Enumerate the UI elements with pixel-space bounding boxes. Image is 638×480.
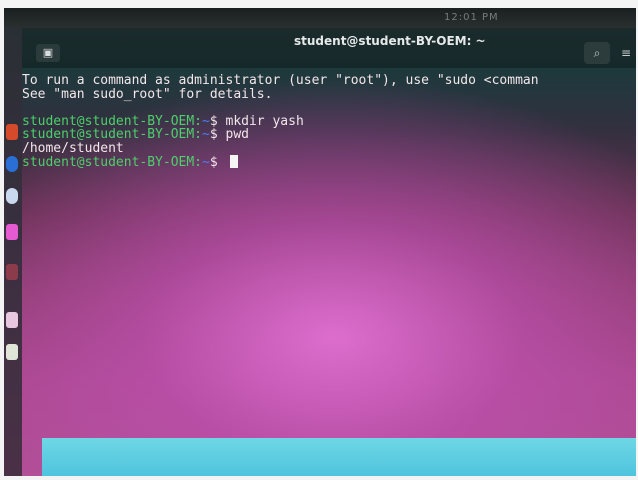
terminal-line: student@student-BY-OEM:~$ mkdir yash (22, 114, 636, 129)
menu-icon[interactable]: ≡ (616, 42, 636, 64)
clock: 12:01 PM (444, 12, 499, 23)
prompt-symbol: $ (209, 127, 218, 142)
window-title: student@student-BY-OEM: ~ (294, 34, 486, 48)
prompt-symbol: $ (209, 155, 218, 170)
terminal-line: student@student-BY-OEM:~$ pwd (22, 128, 636, 142)
terminal-output[interactable]: To run a command as administrator (user … (22, 74, 636, 170)
taskbar (42, 438, 636, 476)
top-bar: 12:01 PM (4, 8, 636, 28)
command-text (218, 155, 226, 170)
prompt-user: student@student-BY-OEM: (22, 155, 203, 170)
monitor-screen: 12:01 PM ▣ student@student-BY-OEM: ~ ⌕ ≡… (4, 8, 636, 476)
dock (4, 28, 22, 476)
terminal-line: To run a command as administrator (user … (22, 74, 636, 88)
dock-icon-red[interactable] (6, 124, 18, 140)
terminal-line: See "man sudo_root" for details. (22, 86, 636, 102)
dock-icon-green[interactable] (6, 344, 18, 360)
terminal-text: /home/student (22, 140, 124, 156)
terminal-line: /home/student (22, 140, 636, 156)
prompt-path: ~ (202, 155, 210, 170)
dock-icon-blue[interactable] (6, 156, 18, 172)
dock-icon-light[interactable] (6, 312, 18, 328)
search-icon[interactable]: ⌕ (584, 42, 610, 64)
command-text: pwd (217, 127, 249, 142)
terminal-text: See "man sudo_root" for details. (22, 86, 273, 102)
terminal-line: student@student-BY-OEM:~$ (22, 155, 636, 169)
photo-frame: 12:01 PM ▣ student@student-BY-OEM: ~ ⌕ ≡… (0, 0, 638, 480)
dock-icon-pink[interactable] (6, 224, 18, 240)
new-tab-icon[interactable]: ▣ (36, 44, 60, 62)
text-cursor (229, 155, 238, 168)
dock-icon-terminal[interactable] (6, 264, 18, 280)
prompt-path: ~ (202, 127, 210, 142)
dock-icon-white[interactable] (6, 188, 18, 204)
